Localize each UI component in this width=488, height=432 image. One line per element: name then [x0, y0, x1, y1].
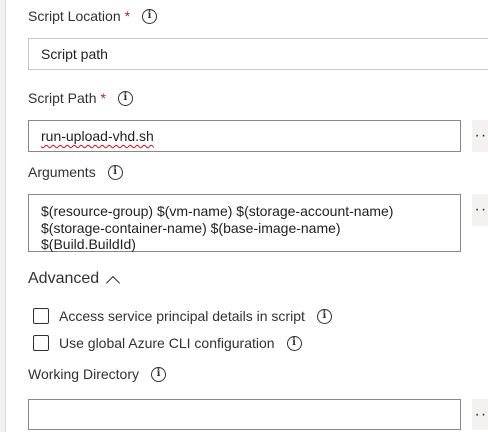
advanced-label: Advanced	[28, 270, 100, 287]
chevron-up-icon	[106, 275, 121, 291]
script-path-input[interactable]: run-upload-vhd.sh	[28, 120, 461, 152]
info-icon[interactable]: i	[286, 335, 302, 351]
arguments-textarea[interactable]: $(resource-group) $(vm-name) $(storage-a…	[28, 194, 461, 252]
arguments-label-row: Arguments i	[28, 162, 123, 182]
arguments-expand-button[interactable]: ···	[472, 194, 488, 226]
info-icon[interactable]: i	[117, 90, 133, 106]
script-path-value: run-upload-vhd.sh	[41, 128, 154, 144]
script-path-label-row: Script Path * i	[28, 88, 133, 108]
access-service-principal-option[interactable]: Access service principal details in scri…	[33, 306, 332, 326]
script-location-label: Script Location	[28, 8, 121, 24]
working-directory-browse-button[interactable]: ···	[472, 399, 488, 430]
more-ellipsis-icon: ···	[474, 201, 488, 218]
global-azure-cli-checkbox[interactable]	[33, 335, 49, 351]
global-azure-cli-option[interactable]: Use global Azure CLI configuration i	[33, 333, 302, 353]
arguments-value: $(resource-group) $(vm-name) $(storage-a…	[41, 203, 394, 252]
advanced-section-toggle[interactable]: Advanced	[28, 269, 121, 291]
working-directory-input[interactable]	[28, 399, 461, 430]
info-icon[interactable]: i	[107, 164, 123, 180]
access-service-principal-checkbox[interactable]	[33, 308, 49, 324]
global-azure-cli-label: Use global Azure CLI configuration	[59, 335, 275, 351]
more-ellipsis-icon: ···	[474, 405, 488, 423]
script-location-dropdown[interactable]: Script path	[28, 38, 488, 70]
panel-left-edge	[0, 0, 6, 432]
script-path-browse-button[interactable]: ···	[472, 120, 488, 152]
info-icon[interactable]: i	[151, 366, 166, 382]
required-mark: *	[124, 8, 131, 24]
working-directory-label-row: Working Directory i	[28, 364, 166, 384]
script-location-label-row: Script Location * i	[28, 6, 158, 26]
info-icon[interactable]: i	[316, 308, 332, 324]
working-directory-label: Working Directory	[28, 366, 139, 382]
script-location-value: Script path	[41, 46, 108, 62]
required-mark: *	[100, 90, 106, 106]
more-ellipsis-icon: ···	[474, 127, 488, 144]
info-icon[interactable]: i	[142, 8, 158, 24]
arguments-label: Arguments	[28, 164, 96, 180]
script-path-label: Script Path	[28, 90, 97, 106]
access-service-principal-label: Access service principal details in scri…	[59, 308, 305, 324]
